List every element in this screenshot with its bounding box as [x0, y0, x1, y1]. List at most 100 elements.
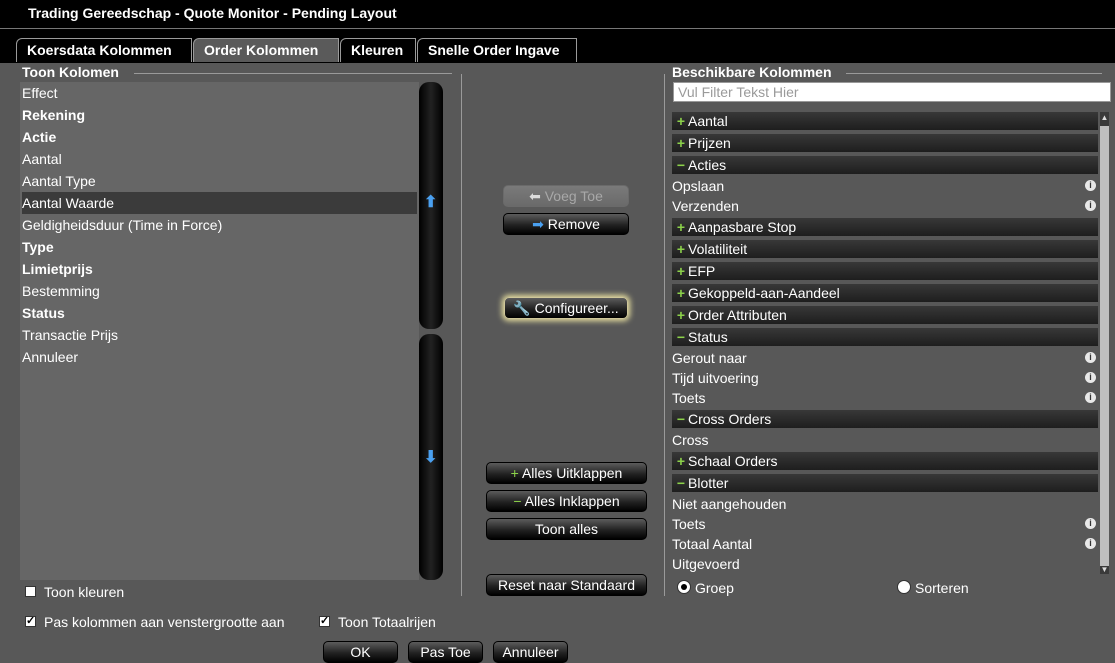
minus-icon: − [513, 493, 522, 509]
list-item[interactable]: Effect [22, 82, 417, 104]
show-totals-label: Toon Totaalrijen [338, 614, 436, 630]
plus-icon: + [676, 113, 686, 129]
fit-columns-checkbox[interactable]: ✓ [25, 616, 36, 627]
scrollbar-thumb[interactable] [1100, 126, 1109, 566]
group-header-aantal[interactable]: + Aantal [672, 112, 1098, 130]
info-icon[interactable]: i [1085, 200, 1096, 211]
group-header-volatiliteit[interactable]: + Volatiliteit [672, 240, 1098, 258]
group-header-cross-orders[interactable]: − Cross Orders [672, 410, 1098, 428]
list-item[interactable]: Bestemming [22, 280, 417, 302]
info-icon[interactable]: i [1085, 538, 1096, 549]
plus-icon: + [510, 465, 519, 481]
list-item[interactable]: Geldigheidsduur (Time in Force) [22, 214, 417, 236]
show-colors-label: Toon kleuren [44, 584, 125, 600]
add-button-label: Voeg Toe [544, 188, 603, 204]
collapse-all-label: Alles Inklappen [524, 493, 620, 509]
column-item[interactable]: Totaal Aantal i [672, 534, 1098, 554]
move-up-button[interactable]: ⬆ [419, 82, 443, 329]
tab-order-kolommen[interactable]: Order Kolommen [193, 38, 339, 62]
window-title: Trading Gereedschap - Quote Monitor - Pe… [28, 5, 397, 21]
group-label: Order Attributen [688, 307, 787, 323]
group-label: Acties [688, 157, 727, 173]
show-colors-checkbox[interactable] [25, 586, 36, 597]
plus-icon: + [676, 241, 686, 257]
add-button[interactable]: ⬅ Voeg Toe [503, 185, 629, 207]
column-item[interactable]: Uitgevoerd [672, 554, 1098, 574]
group-header-aanpasbare-stop[interactable]: + Aanpasbare Stop [672, 218, 1098, 236]
scroll-down-icon[interactable]: ▼ [1100, 566, 1109, 574]
column-item[interactable]: Toets i [672, 388, 1098, 408]
plus-icon: + [676, 263, 686, 279]
column-item[interactable]: Toets i [672, 514, 1098, 534]
filter-input[interactable]: Vul Filter Tekst Hier [673, 82, 1111, 102]
column-item[interactable]: Gerout naar i [672, 348, 1098, 368]
scroll-up-icon[interactable]: ▲ [1100, 113, 1109, 123]
group-radio[interactable] [677, 580, 691, 594]
reset-default-label: Reset naar Standaard [498, 577, 635, 593]
ok-button[interactable]: OK [323, 641, 398, 663]
list-item[interactable]: Limietprijs [22, 258, 417, 280]
list-item[interactable]: Annuleer [22, 346, 417, 368]
info-icon[interactable]: i [1085, 372, 1096, 383]
info-icon[interactable]: i [1085, 518, 1096, 529]
list-item[interactable]: Rekening [22, 104, 417, 126]
group-header-prijzen[interactable]: + Prijzen [672, 134, 1098, 152]
show-totals-checkbox[interactable]: ✓ [319, 616, 330, 627]
group-header-schaal-orders[interactable]: + Schaal Orders [672, 452, 1098, 470]
column-item-label: Toets [672, 390, 706, 406]
list-item-selected[interactable]: Aantal Waarde [22, 192, 417, 214]
list-item[interactable]: Status [22, 302, 417, 324]
group-header-status[interactable]: − Status [672, 328, 1098, 346]
tab-koersdata-kolommen[interactable]: Koersdata Kolommen [16, 38, 192, 62]
column-item-label: Totaal Aantal [672, 536, 753, 552]
cancel-button[interactable]: Annuleer [493, 641, 568, 663]
arrow-up-icon: ⬆ [424, 194, 438, 211]
collapse-all-button[interactable]: − Alles Inklappen [486, 490, 647, 512]
configure-button[interactable]: 🔧 Configureer... [504, 297, 628, 319]
reset-default-button[interactable]: Reset naar Standaard [486, 574, 647, 596]
list-item[interactable]: Type [22, 236, 417, 258]
minus-icon: − [676, 475, 686, 491]
info-icon[interactable]: i [1085, 392, 1096, 403]
info-icon[interactable]: i [1085, 352, 1096, 363]
expand-all-label: Alles Uitklappen [521, 465, 623, 481]
plus-icon: + [676, 307, 686, 323]
column-item-label: Opslaan [672, 178, 725, 194]
group-label: Cross Orders [688, 411, 772, 427]
sort-radio-label: Sorteren [915, 580, 969, 596]
group-label: Schaal Orders [688, 453, 778, 469]
show-all-button[interactable]: Toon alles [486, 518, 647, 540]
column-item-label: Toets [672, 516, 706, 532]
list-item[interactable]: Transactie Prijs [22, 324, 417, 346]
expand-all-button[interactable]: + Alles Uitklappen [486, 462, 647, 484]
tab-kleuren[interactable]: Kleuren [340, 38, 416, 62]
minus-icon: − [676, 411, 686, 427]
plus-icon: + [676, 285, 686, 301]
shown-columns-title: Toon Kolomen [22, 64, 119, 80]
group-header-efp[interactable]: + EFP [672, 262, 1098, 280]
sort-radio[interactable] [897, 580, 911, 594]
available-columns-title: Beschikbare Kolommen [672, 64, 832, 80]
tab-snelle-order-ingave[interactable]: Snelle Order Ingave [417, 38, 577, 62]
right-divider [664, 74, 665, 596]
group-header-gekoppeld[interactable]: + Gekoppeld-aan-Aandeel [672, 284, 1098, 302]
remove-button[interactable]: ➡ Remove [503, 213, 629, 235]
tab-strip: Koersdata Kolommen Order Kolommen Kleure… [0, 29, 1115, 63]
column-item[interactable]: Tijd uitvoering i [672, 368, 1098, 388]
group-header-order-attributen[interactable]: + Order Attributen [672, 306, 1098, 324]
group-header-acties[interactable]: − Acties [672, 156, 1098, 174]
list-item[interactable]: Aantal Type [22, 170, 417, 192]
column-item[interactable]: Verzenden i [672, 196, 1098, 216]
move-down-button[interactable]: ⬇ [419, 334, 443, 580]
list-item[interactable]: Aantal [22, 148, 417, 170]
title-bar: Trading Gereedschap - Quote Monitor - Pe… [0, 0, 1115, 29]
column-item[interactable]: Cross [672, 430, 1098, 450]
group-header-blotter[interactable]: − Blotter [672, 474, 1098, 492]
info-icon[interactable]: i [1085, 180, 1096, 191]
apply-button[interactable]: Pas Toe [408, 641, 483, 663]
list-item[interactable]: Actie [22, 126, 417, 148]
minus-icon: − [676, 329, 686, 345]
column-item[interactable]: Niet aangehouden [672, 494, 1098, 514]
column-item[interactable]: Opslaan i [672, 176, 1098, 196]
shown-columns-list[interactable]: Effect Rekening Actie Aantal Aantal Type… [20, 82, 419, 580]
